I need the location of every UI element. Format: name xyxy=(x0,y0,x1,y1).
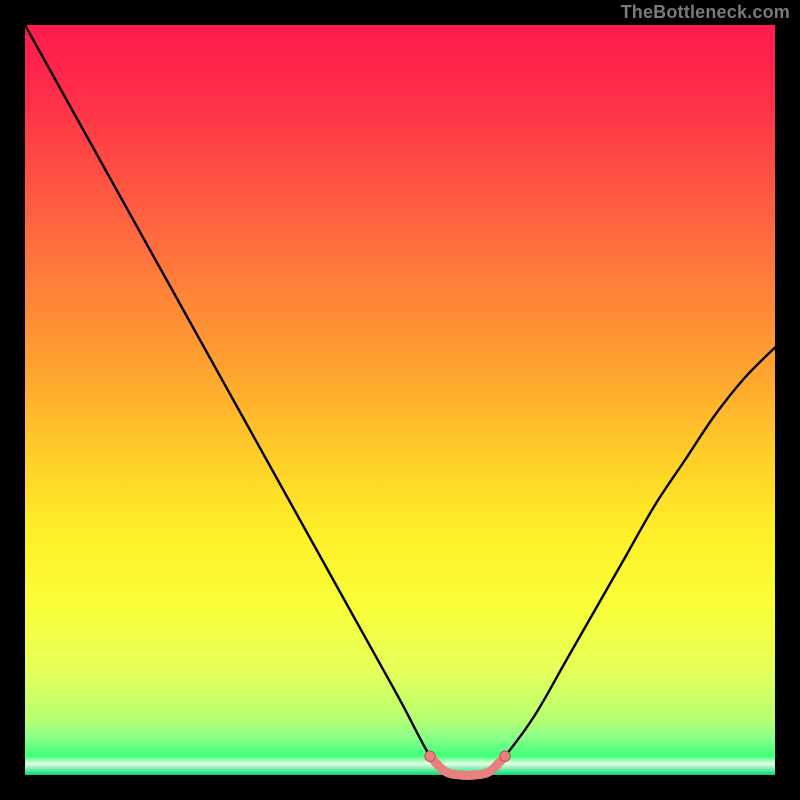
chart-plot-area xyxy=(25,25,775,775)
bottleneck-curve-line xyxy=(25,25,775,773)
chart-svg xyxy=(25,25,775,775)
chart-frame: TheBottleneck.com xyxy=(0,0,800,800)
watermark-text: TheBottleneck.com xyxy=(621,2,790,23)
optimal-range-marker xyxy=(430,756,505,775)
optimal-range-start-dot xyxy=(425,751,435,761)
optimal-range-end-dot xyxy=(500,751,510,761)
